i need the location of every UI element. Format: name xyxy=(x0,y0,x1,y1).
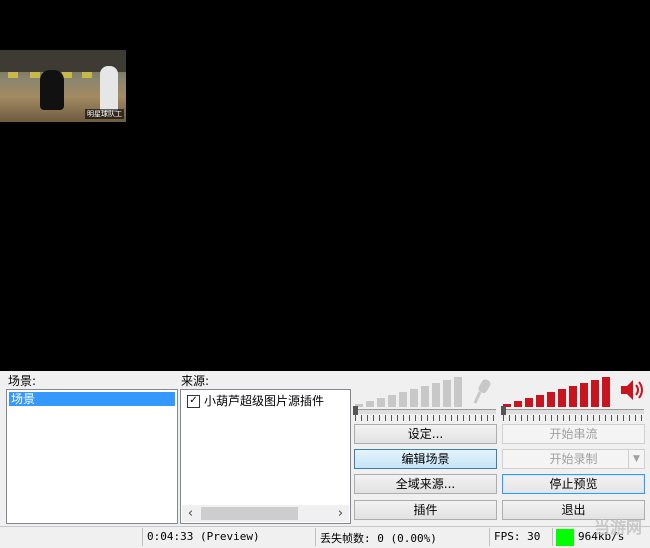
mic-level-meter xyxy=(355,375,467,407)
dropped-frames: 丢失帧数: 0 (0.00%) xyxy=(320,532,437,545)
scroll-right-icon[interactable]: › xyxy=(332,505,349,522)
scroll-left-icon[interactable]: ‹ xyxy=(182,505,199,522)
desktop-volume-handle[interactable] xyxy=(501,406,506,415)
start-stream-button[interactable]: 开始串流 xyxy=(502,424,645,444)
mic-volume-handle[interactable] xyxy=(353,406,358,415)
fps-readout: FPS: 30 xyxy=(494,530,541,543)
source-item[interactable]: ✓ 小葫芦超级图片源插件 xyxy=(187,393,324,409)
status-bar: 0:04:33 (Preview) 丢失帧数: 0 (0.00%) FPS: 3… xyxy=(0,526,650,548)
bitrate-indicator xyxy=(556,529,574,546)
speaker-icon[interactable] xyxy=(619,377,645,403)
mic-volume-ticks xyxy=(355,415,496,421)
sources-hscrollbar[interactable]: ‹ › xyxy=(182,505,349,522)
sources-label: 来源: xyxy=(181,374,210,388)
scroll-thumb[interactable] xyxy=(201,507,298,520)
source-name: 小葫芦超级图片源插件 xyxy=(204,394,325,408)
site-watermark: 当游网 xyxy=(593,518,642,537)
start-record-label: 开始录制 xyxy=(549,452,598,466)
stream-preview: 明星球队工 xyxy=(0,0,650,371)
plugins-button[interactable]: 插件 xyxy=(354,500,497,520)
desktop-volume-track[interactable] xyxy=(503,409,644,414)
scenes-label: 场景: xyxy=(8,374,37,388)
global-sources-button[interactable]: 全域来源... xyxy=(354,474,497,494)
mic-volume-track[interactable] xyxy=(355,409,496,414)
sources-list[interactable]: ✓ 小葫芦超级图片源插件 ‹ › xyxy=(180,389,351,524)
stop-preview-button[interactable]: 停止预览 xyxy=(502,474,645,494)
stream-time: 0:04:33 (Preview) xyxy=(147,530,260,543)
desktop-audio-meter xyxy=(503,375,615,407)
image-source-thumbnail: 明星球队工 xyxy=(0,50,126,122)
desktop-volume-ticks xyxy=(503,415,644,421)
edit-scene-button[interactable]: 编辑场景 xyxy=(354,449,497,469)
source-checkbox[interactable]: ✓ xyxy=(187,394,200,408)
thumbnail-caption: 明星球队工 xyxy=(85,109,124,119)
settings-button[interactable]: 设定... xyxy=(354,424,497,444)
scenes-list[interactable]: 场景 xyxy=(6,389,178,524)
control-panel: 场景: 场景 来源: ✓ 小葫芦超级图片源插件 ‹ › 设定... 编辑场景 全… xyxy=(0,371,650,526)
microphone-icon[interactable] xyxy=(472,377,492,405)
scene-item[interactable]: 场景 xyxy=(9,392,175,406)
chevron-down-icon[interactable]: ▼ xyxy=(628,450,644,468)
start-record-button[interactable]: 开始录制 ▼ xyxy=(502,449,645,469)
